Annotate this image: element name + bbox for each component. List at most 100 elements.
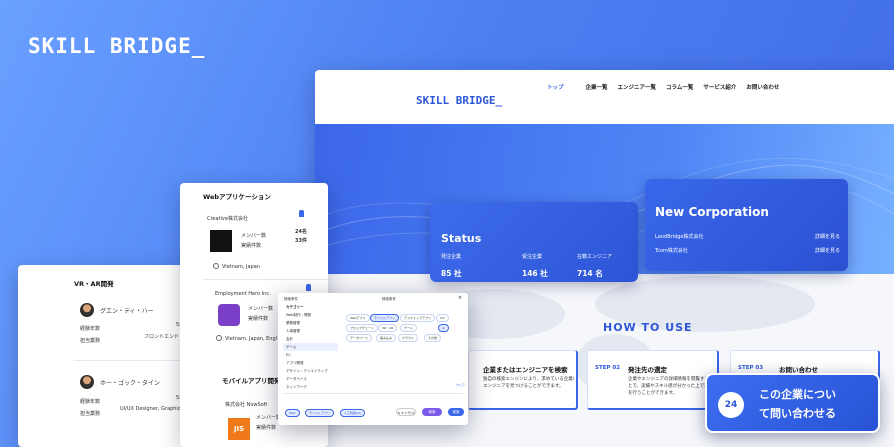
role-label: 担当業務 [80, 411, 101, 417]
sidebar-title: カテゴリー [286, 305, 304, 309]
sidebar-item[interactable]: ネットワーク [283, 383, 338, 391]
divider [203, 279, 328, 280]
category-chip[interactable]: データベース [346, 334, 372, 342]
person-name[interactable]: ホー・ゴック・タイン [100, 378, 160, 387]
sidebar-item[interactable]: 会計 [283, 335, 338, 343]
web-app-title[interactable]: Webアプリケーション [203, 191, 271, 201]
category-sidebar: カテゴリー Web制作・開発 業務管理 人事管理 会計 ゲーム EC アプリ開発… [283, 303, 338, 391]
globe-icon [213, 263, 219, 269]
avatar [80, 303, 94, 317]
company-logo: JIS [228, 418, 250, 440]
step-2-label: STEP 02 [595, 365, 621, 371]
corp-detail-link[interactable]: 詳細を見る [815, 233, 840, 240]
search-button[interactable]: 検索 [448, 408, 464, 416]
modal-heading: 検索条件 [284, 297, 298, 301]
category-chip[interactable]: ゲーム [400, 324, 417, 332]
stat-receiving: 受注企業 146 社 [522, 254, 548, 278]
divider [74, 360, 193, 361]
exp-label: 経験年数 [80, 399, 101, 405]
brand-logo: SKILL BRIDGE_ [28, 34, 206, 58]
sidebar-item[interactable]: デザイン・クリエイティブ [283, 367, 338, 375]
corp-title: New Corporation [655, 205, 769, 219]
step-1-card: 企業またはエンジニアを検索 独自の検索エンジンにより、求めている企業/エンジニア… [468, 350, 578, 410]
step-2-card: STEP 02 発注先の選定 企業やエンジニアの詳細情報を閲覧することで、実績や… [587, 350, 719, 410]
sidebar-item[interactable]: ゲーム [283, 343, 338, 351]
category-chip[interactable]: VR・AR [378, 324, 398, 332]
modal-close-icon[interactable]: × [458, 295, 462, 301]
selected-tag[interactable]: 人工知能(AI) [340, 409, 366, 417]
pin-icon[interactable] [306, 284, 311, 291]
sidebar-item[interactable]: 業務管理 [283, 319, 338, 327]
role-label: 担当業務 [80, 338, 101, 344]
sidebar-item[interactable]: データベース [283, 375, 338, 383]
corp-row: LandBridge株式会社 詳細を見る [655, 233, 840, 240]
step-3-label: STEP 03 [738, 365, 764, 371]
nav-service[interactable]: サービス紹介 [703, 81, 736, 93]
company-name[interactable]: Creative株式会社 [207, 215, 248, 222]
role-value: フロントエンド [144, 334, 180, 340]
site-nav: トップ 企業一覧 エンジニア一覧 コラム一覧 サービス紹介 お問い合わせ [547, 81, 779, 93]
exp-label: 経験年数 [80, 326, 101, 332]
pin-icon[interactable] [299, 210, 304, 217]
modal-heading-center: 検索条件 [382, 297, 396, 301]
record-label: 実績件数 [248, 316, 269, 322]
sidebar-item[interactable]: 人事管理 [283, 327, 338, 335]
globe-icon [216, 335, 222, 341]
site-logo[interactable]: SKILL BRIDGE_ [416, 94, 502, 107]
step-2-desc: 企業やエンジニアの詳細情報を閲覧することで、実績やスキル感が分かった上で選定を行… [628, 377, 714, 396]
category-chip[interactable]: IoT [436, 314, 449, 322]
category-chip[interactable]: モバイルアプリ [370, 314, 400, 322]
howto-heading: HOW TO USE [603, 321, 693, 334]
cta-label: この企業につい て問い合わせる [759, 388, 836, 420]
member-label: メンバー数 [241, 233, 267, 239]
vr-ar-title[interactable]: VR・AR開発 [74, 278, 114, 288]
category-chip[interactable]: 組み込み [376, 334, 397, 342]
filter-modal: × 検索条件 検索条件 カテゴリー Web制作・開発 業務管理 人事管理 会計 … [278, 293, 468, 425]
avatar [80, 375, 94, 389]
contact-company-button[interactable]: 24 この企業につい て問い合わせる [705, 373, 880, 433]
category-chip[interactable]: AI [438, 324, 449, 332]
nav-columns[interactable]: コラム一覧 [666, 81, 693, 93]
nav-top[interactable]: トップ [547, 81, 564, 93]
clear-link[interactable]: クリア [456, 383, 465, 387]
sidebar-item[interactable]: EC [283, 351, 338, 359]
location: Vietnam, Japan [213, 263, 260, 270]
person-name[interactable]: グエン・ティ・ハー [100, 306, 154, 315]
nav-contact[interactable]: お問い合わせ [746, 81, 779, 93]
divider [283, 393, 463, 394]
selected-tag[interactable]: Web [285, 409, 300, 417]
status-card: Status 発注企業 85 社 受注企業 146 社 在籍エンジニア 714 名 [430, 202, 638, 282]
category-chip[interactable]: Webアプリ [346, 314, 370, 322]
vr-ar-card: VR・AR開発 グエン・ティ・ハー 経験年数 5年以 担当業務 フロントエンド … [18, 265, 193, 447]
record-value: 33件 [295, 238, 307, 244]
stat-engineers: 在籍エンジニア 714 名 [577, 254, 613, 278]
sidebar-item[interactable]: Web制作・開発 [283, 311, 338, 319]
company-name[interactable]: 株式会社 NowSoft [225, 401, 267, 408]
new-corporation-card: New Corporation LandBridge株式会社 詳細を見る Tcom… [645, 179, 848, 271]
step-1-desc: 独自の検索エンジンにより、求めている企業/エンジニアを見つけることができます。 [483, 377, 575, 389]
company-logo [218, 304, 240, 326]
company-name[interactable]: Employment Hero Inc. [215, 291, 271, 297]
record-label: 実績件数 [256, 425, 277, 431]
step-2-title: 発注先の選定 [628, 366, 667, 374]
mobile-app-title[interactable]: モバイルアプリ開発 [222, 375, 281, 385]
corp-detail-link[interactable]: 詳細を見る [815, 247, 840, 254]
search-button-alt[interactable]: 検索 [422, 408, 442, 416]
support-24h-icon: 24 [718, 392, 744, 418]
cancel-button[interactable]: キャンセル [396, 408, 416, 416]
sidebar-item[interactable]: アプリ開発 [283, 359, 338, 367]
step-1-title: 企業またはエンジニアを検索 [483, 366, 568, 374]
member-value: 24名 [295, 229, 307, 235]
nav-engineers[interactable]: エンジニア一覧 [618, 81, 657, 93]
category-chip[interactable]: クラウド [398, 334, 419, 342]
category-chip[interactable]: デスクトップアプリ [400, 314, 436, 322]
corp-row: Tcom株式会社 詳細を見る [655, 247, 840, 254]
record-label: 実績件数 [241, 243, 262, 249]
status-title: Status [441, 232, 482, 245]
category-chip[interactable]: ブロックチェーン [346, 324, 378, 332]
site-header: SKILL BRIDGE_ トップ 企業一覧 エンジニア一覧 コラム一覧 サービ… [315, 70, 894, 126]
company-logo [210, 230, 232, 252]
category-chip[interactable]: その他 [424, 334, 442, 342]
selected-tag[interactable]: モバイルアプリ [305, 409, 335, 417]
nav-companies[interactable]: 企業一覧 [586, 81, 608, 93]
